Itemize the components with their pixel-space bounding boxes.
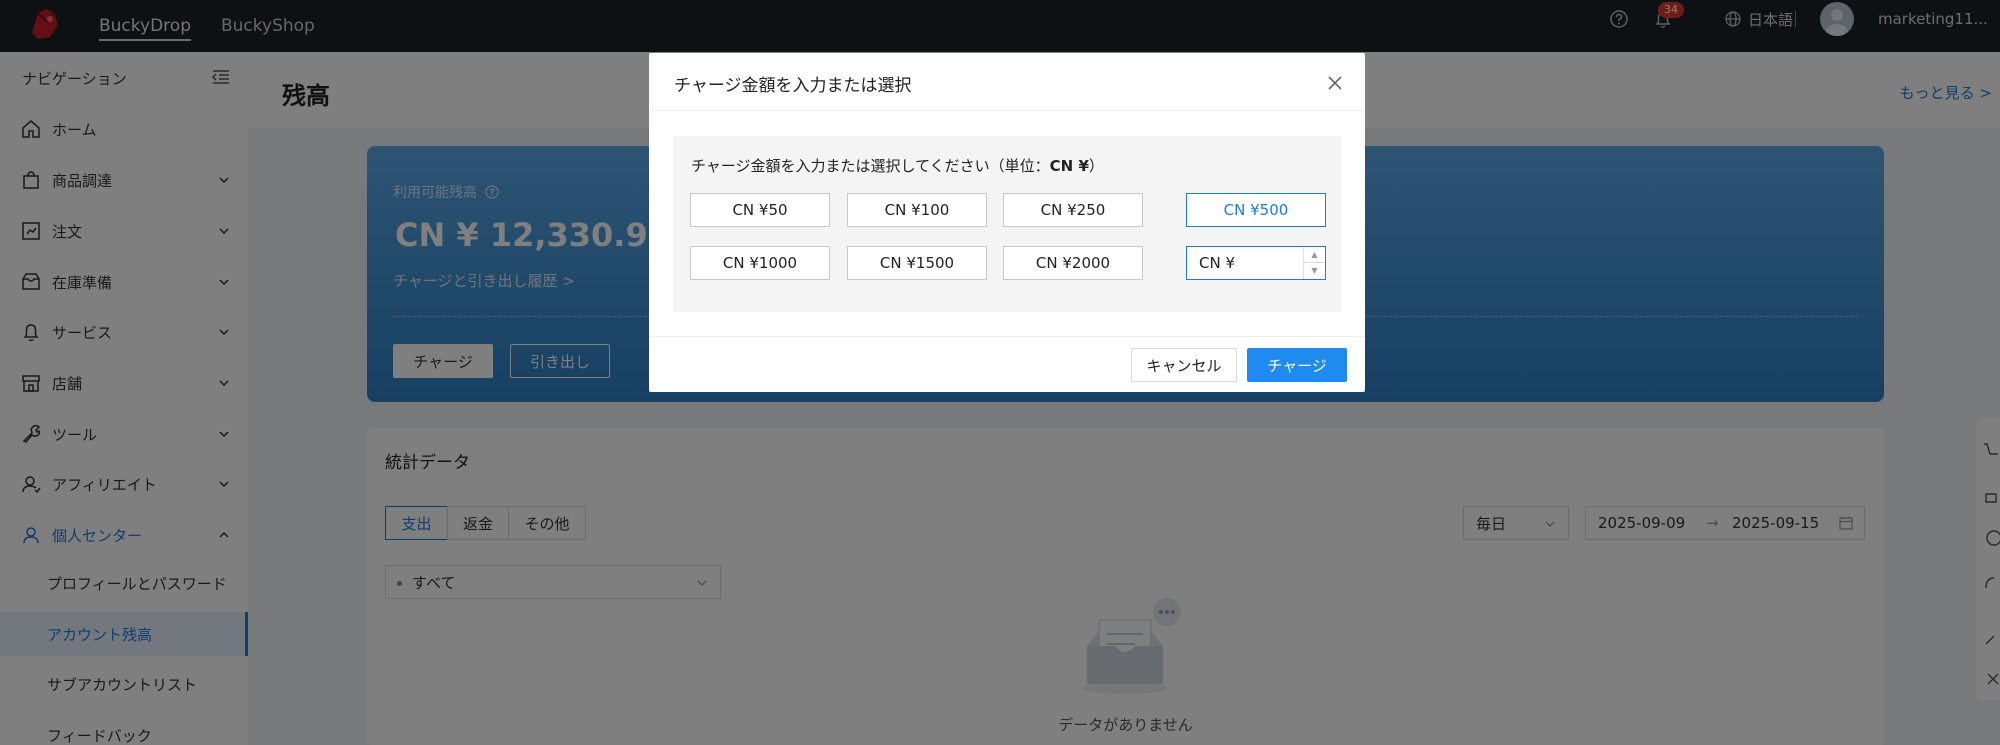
stepper-up-icon[interactable]: ▲	[1304, 247, 1325, 263]
modal-header-divider	[649, 110, 1365, 111]
cancel-button[interactable]: キャンセル	[1131, 348, 1237, 382]
amount-option-50[interactable]: CN ¥50	[690, 193, 830, 227]
confirm-charge-button[interactable]: チャージ	[1247, 348, 1347, 382]
amount-prompt-unit: CN ¥	[1049, 157, 1089, 175]
amount-option-2000[interactable]: CN ¥2000	[1003, 246, 1143, 280]
amount-prompt: チャージ金額を入力または選択してください（単位：CN ¥）	[691, 155, 1104, 176]
quantity-stepper[interactable]: ▲ ▼	[1303, 247, 1325, 279]
modal-footer: キャンセル チャージ	[649, 336, 1365, 392]
close-icon[interactable]	[1325, 73, 1345, 93]
amount-selector: チャージ金額を入力または選択してください（単位：CN ¥） CN ¥50 CN …	[673, 136, 1341, 312]
modal-title: チャージ金額を入力または選択	[674, 76, 912, 96]
amount-prompt-close: ）	[1088, 157, 1104, 175]
custom-amount-value: CN ¥	[1199, 254, 1236, 272]
recharge-modal: チャージ金額を入力または選択 チャージ金額を入力または選択してください（単位：C…	[649, 53, 1365, 392]
amount-option-500[interactable]: CN ¥500	[1186, 193, 1326, 227]
amount-prompt-text: チャージ金額を入力または選択してください（単位：	[691, 157, 1050, 175]
amount-option-1500[interactable]: CN ¥1500	[847, 246, 987, 280]
amount-option-1000[interactable]: CN ¥1000	[690, 246, 830, 280]
stepper-down-icon[interactable]: ▼	[1304, 263, 1325, 279]
custom-amount-input[interactable]: CN ¥ ▲ ▼	[1186, 246, 1326, 280]
amount-option-100[interactable]: CN ¥100	[847, 193, 987, 227]
amount-option-250[interactable]: CN ¥250	[1003, 193, 1143, 227]
